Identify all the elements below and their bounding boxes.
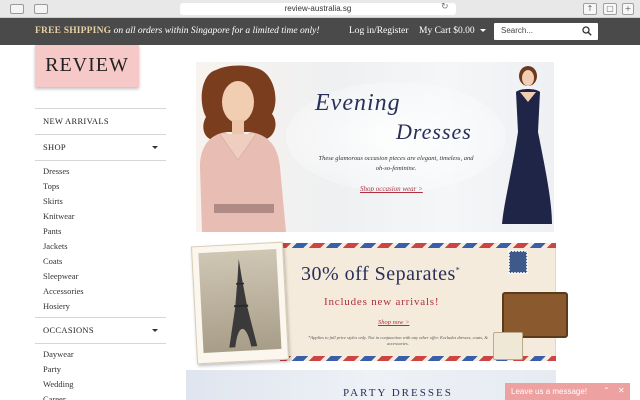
party-dresses-title: PARTY DRESSES	[343, 387, 453, 399]
nav-item-jackets[interactable]: Jackets	[35, 239, 166, 254]
nav-shop-label: SHOP	[43, 142, 66, 152]
separates-sale-banner[interactable]: 30% off Separates* Includes new arrivals…	[186, 240, 568, 365]
promo-text: on all orders within Singapore for a lim…	[113, 26, 320, 36]
nav-item-skirts[interactable]: Skirts	[35, 194, 166, 209]
address-bar[interactable]: review-australia.sg	[180, 3, 456, 15]
new-tab-icon[interactable]: +	[622, 3, 634, 15]
nav-item-accessories[interactable]: Accessories	[35, 284, 166, 299]
occasions-submenu: Daywear Party Wedding Career	[35, 344, 166, 400]
model-photo-left	[200, 65, 286, 232]
evening-title-line2: Dresses	[396, 119, 472, 144]
cart-label: My Cart $0.00	[419, 26, 475, 36]
browser-toolbar: review-australia.sg ↻ ↑ ▢ +	[0, 0, 640, 18]
separates-headline: 30% off Separates*	[301, 263, 460, 286]
nav-item-coats[interactable]: Coats	[35, 254, 166, 269]
chevron-up-icon[interactable]: ⌃	[603, 386, 610, 395]
separates-headline-text: 30% off Separates	[301, 263, 456, 285]
nav-new-arrivals[interactable]: NEW ARRIVALS	[35, 109, 166, 134]
airmail-stripe-top	[280, 243, 556, 248]
nav-occasions-label: OCCASIONS	[43, 325, 94, 335]
back-button[interactable]	[10, 4, 24, 14]
nav-item-career[interactable]: Career	[35, 392, 166, 400]
party-dresses-banner[interactable]: PARTY DRESSES	[186, 370, 556, 400]
top-bar: FREE SHIPPING on all orders within Singa…	[0, 18, 640, 45]
postage-stamp-icon	[508, 250, 528, 274]
chevron-down-icon	[480, 29, 487, 33]
site-logo[interactable]: REVIEW	[35, 45, 139, 87]
cart-link[interactable]: My Cart $0.00	[419, 26, 487, 36]
chat-widget[interactable]: Leave us a message! ⌃ ✕	[505, 383, 630, 400]
evening-dresses-banner[interactable]: Evening Dresses These glamorous occasion…	[196, 62, 554, 232]
eiffel-postcard-image	[190, 241, 290, 365]
search-icon[interactable]	[582, 26, 592, 36]
reload-icon[interactable]: ↻	[441, 2, 449, 12]
evening-description: These glamorous occasion pieces are eleg…	[318, 155, 474, 172]
nav-item-dresses[interactable]: Dresses	[35, 164, 166, 179]
search-input[interactable]: Search...	[494, 23, 598, 40]
chevron-down-icon[interactable]	[152, 146, 158, 149]
promo-bold: FREE SHIPPING	[35, 26, 112, 36]
separates-asterisk: *	[455, 265, 461, 275]
chat-label: Leave us a message!	[511, 387, 588, 396]
nav-item-hosiery[interactable]: Hosiery	[35, 299, 166, 314]
nav-item-knitwear[interactable]: Knitwear	[35, 209, 166, 224]
nav-item-party[interactable]: Party	[35, 362, 166, 377]
logo-text: REVIEW	[45, 54, 129, 76]
sidebar-nav: NEW ARRIVALS SHOP Dresses Tops Skirts Kn…	[35, 108, 166, 400]
chevron-down-icon[interactable]	[152, 329, 158, 332]
separates-fine-print: *Applies to full price styles only. Not …	[308, 335, 488, 346]
evening-title-line1: Evening	[315, 90, 401, 116]
shop-now-link[interactable]: Shop now >	[378, 319, 409, 326]
separates-subline: Includes new arrivals!	[324, 296, 440, 308]
nav-item-pants[interactable]: Pants	[35, 224, 166, 239]
search-placeholder: Search...	[501, 26, 534, 35]
close-icon[interactable]: ✕	[618, 386, 625, 395]
sidebar-toggle-button[interactable]	[34, 4, 48, 14]
login-register-link[interactable]: Log in/Register	[349, 26, 408, 36]
vanity-case-image	[493, 332, 523, 360]
tabs-icon[interactable]: ▢	[603, 3, 617, 15]
nav-item-daywear[interactable]: Daywear	[35, 347, 166, 362]
eiffel-tower-icon	[229, 259, 258, 348]
nav-item-wedding[interactable]: Wedding	[35, 377, 166, 392]
model-photo-right	[502, 66, 552, 224]
shop-occasion-wear-link[interactable]: Shop occasion wear >	[360, 185, 423, 193]
nav-occasions[interactable]: OCCASIONS	[35, 318, 166, 343]
share-icon[interactable]: ↑	[583, 3, 597, 15]
promo-banner: FREE SHIPPING on all orders within Singa…	[35, 26, 320, 36]
nav-item-tops[interactable]: Tops	[35, 179, 166, 194]
nav-shop[interactable]: SHOP	[35, 135, 166, 160]
shop-submenu: Dresses Tops Skirts Knitwear Pants Jacke…	[35, 161, 166, 317]
nav-item-sleepwear[interactable]: Sleepwear	[35, 269, 166, 284]
